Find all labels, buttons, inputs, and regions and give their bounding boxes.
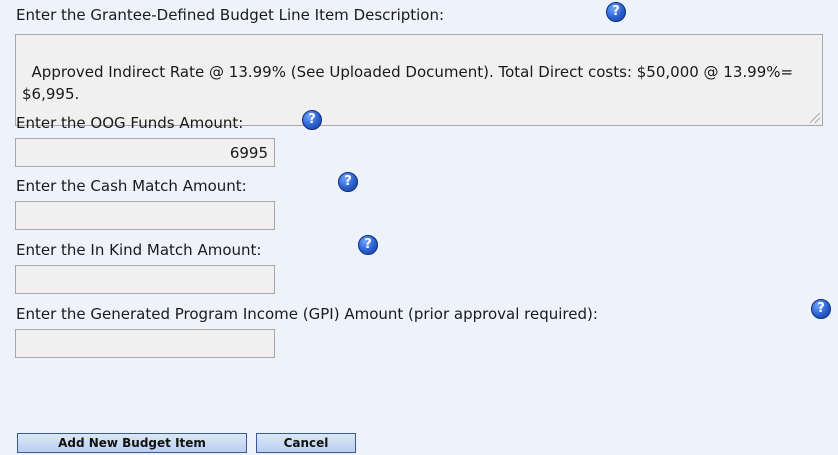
- help-icon[interactable]: ?: [302, 110, 322, 130]
- help-icon[interactable]: ?: [358, 235, 378, 255]
- resize-grip-icon[interactable]: [810, 113, 820, 123]
- oog-funds-label: Enter the OOG Funds Amount:: [16, 114, 244, 132]
- description-textarea[interactable]: Approved Indirect Rate @ 13.99% (See Upl…: [15, 34, 823, 126]
- cash-match-input[interactable]: [15, 201, 275, 230]
- in-kind-match-label: Enter the In Kind Match Amount:: [16, 241, 262, 259]
- cash-match-label: Enter the Cash Match Amount:: [16, 177, 247, 195]
- add-new-budget-item-button[interactable]: Add New Budget Item: [17, 433, 247, 453]
- description-text: Approved Indirect Rate @ 13.99% (See Upl…: [22, 63, 798, 103]
- description-label: Enter the Grantee-Defined Budget Line It…: [16, 6, 445, 24]
- in-kind-match-input[interactable]: [15, 265, 275, 294]
- gpi-input[interactable]: [15, 329, 275, 358]
- cancel-button[interactable]: Cancel: [256, 433, 356, 453]
- help-icon[interactable]: ?: [811, 299, 831, 319]
- oog-funds-input[interactable]: [15, 138, 275, 167]
- help-icon[interactable]: ?: [606, 2, 626, 22]
- help-icon[interactable]: ?: [338, 172, 358, 192]
- gpi-label: Enter the Generated Program Income (GPI)…: [16, 305, 598, 323]
